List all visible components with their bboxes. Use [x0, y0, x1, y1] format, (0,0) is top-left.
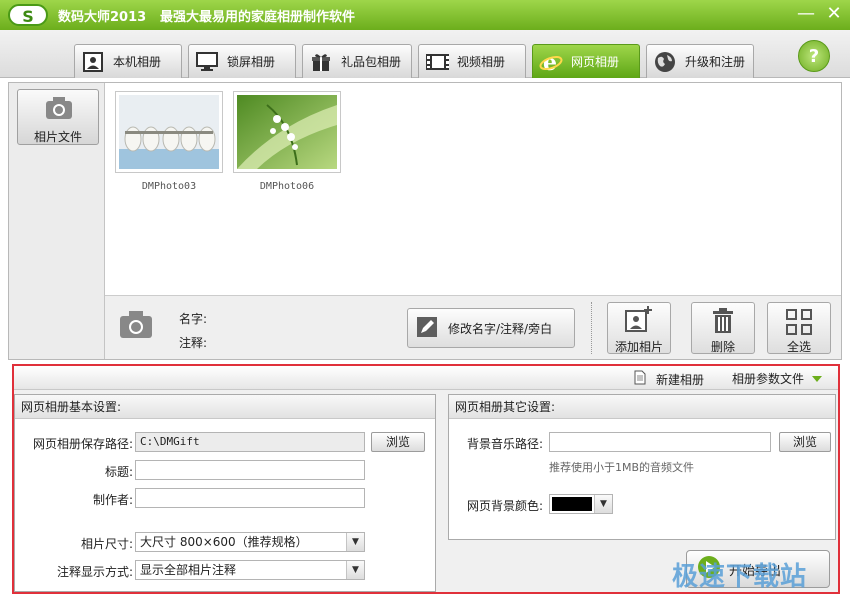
new-album-button[interactable]: 新建相册 [634, 370, 704, 388]
watermark: 极速下载站 [672, 562, 808, 592]
delete-button[interactable]: 删除 [691, 302, 755, 354]
music-path-field[interactable] [549, 432, 771, 452]
tab-label: 视频相册 [457, 55, 506, 69]
tab-web-album[interactable]: e 网页相册 [532, 44, 640, 78]
photo-image [237, 95, 337, 169]
other-settings-heading: 网页相册其它设置: [449, 395, 835, 419]
add-photo-icon [608, 303, 670, 335]
document-icon [634, 370, 646, 388]
film-strip-icon [425, 51, 449, 73]
select-all-grid-icon [768, 303, 830, 335]
dropdown-arrow-icon [812, 372, 823, 386]
app-title: 数码大师2013 [58, 10, 147, 25]
photo-info-bar: 名字: 注释: 修改名字/注释/旁白 添加相片 删除 全选 [105, 295, 841, 359]
portrait-frame-icon [81, 51, 105, 73]
browse-save-path-button[interactable]: 浏览 [371, 432, 425, 452]
photo-item[interactable]: DMPhoto03 [115, 91, 223, 192]
name-label: 名字: [179, 312, 208, 326]
app-logo: S [8, 4, 48, 26]
trash-icon [692, 303, 754, 335]
globe-icon [653, 51, 677, 73]
tab-video-album[interactable]: 视频相册 [418, 44, 526, 78]
music-path-label: 背景音乐路径: [466, 437, 543, 451]
settings-toolbar: 新建相册 相册参数文件 [14, 366, 838, 390]
photo-thumbnail [233, 91, 341, 173]
camera-icon [45, 96, 73, 123]
tab-label: 本机相册 [113, 55, 162, 69]
bg-color-label: 网页背景颜色: [466, 499, 543, 513]
tab-local-album[interactable]: 本机相册 [74, 44, 182, 78]
app-slogan: 最强大最易用的家庭相册制作软件 [160, 10, 356, 25]
help-button[interactable]: ? [798, 40, 830, 72]
tab-label: 网页相册 [571, 55, 620, 69]
title-field[interactable] [135, 460, 365, 480]
music-hint: 推荐使用小于1MB的音频文件 [549, 461, 695, 474]
tab-upgrade-register[interactable]: 升级和注册 [646, 44, 754, 78]
tab-label: 礼品包相册 [341, 55, 402, 69]
left-nav: 相片文件 [9, 83, 105, 359]
basic-settings-heading: 网页相册基本设置: [15, 395, 435, 419]
album-params-file-menu[interactable]: 相册参数文件 [732, 370, 823, 387]
new-album-label: 新建相册 [656, 372, 705, 387]
photo-thumbnail [115, 91, 223, 173]
toolbar-separator [591, 302, 592, 354]
photo-size-select[interactable]: 大尺寸 800×600（推荐规格） ▼ [135, 532, 365, 552]
note-label: 注释: [179, 336, 208, 350]
chevron-down-icon: ▼ [346, 561, 364, 579]
photo-image [119, 95, 219, 169]
tab-label: 升级和注册 [685, 55, 746, 69]
tab-bar: 本机相册 锁屏相册 礼品包相册 视频相册 e 网页相册 升级和注册 [0, 30, 850, 78]
author-field[interactable] [135, 488, 365, 508]
edit-name-note-button[interactable]: 修改名字/注释/旁白 [407, 308, 575, 348]
photo-files-button[interactable]: 相片文件 [17, 89, 99, 145]
gift-icon [309, 51, 333, 73]
note-display-value: 显示全部相片注释 [140, 563, 237, 577]
ie-browser-icon: e [539, 51, 563, 73]
save-path-field[interactable]: C:\DMGift [135, 432, 365, 452]
photo-caption: DMPhoto06 [259, 181, 315, 192]
photo-files-label: 相片文件 [33, 130, 82, 144]
select-all-label: 全选 [786, 340, 811, 354]
title-bar: S 数码大师2013 最强大最易用的家庭相册制作软件 — ✕ [0, 0, 850, 30]
minimize-button[interactable]: — [794, 3, 818, 25]
delete-label: 删除 [710, 340, 735, 354]
tab-gift-album[interactable]: 礼品包相册 [302, 44, 412, 78]
add-photo-button[interactable]: 添加相片 [607, 302, 671, 354]
save-path-label: 网页相册保存路径: [32, 437, 133, 451]
tab-label: 锁屏相册 [227, 55, 276, 69]
browse-music-button[interactable]: 浏览 [779, 432, 831, 452]
basic-settings-panel: 网页相册基本设置: 网页相册保存路径: C:\DMGift 浏览 标题: 制作者… [14, 394, 436, 592]
album-params-label: 相册参数文件 [732, 372, 805, 386]
edit-button-label: 修改名字/注释/旁白 [448, 321, 553, 336]
note-display-select[interactable]: 显示全部相片注释 ▼ [135, 560, 365, 580]
chevron-down-icon: ▼ [594, 495, 612, 513]
select-all-button[interactable]: 全选 [767, 302, 831, 354]
author-label: 制作者: [92, 493, 133, 507]
monitor-icon [195, 51, 219, 73]
photo-size-label: 相片尺寸: [80, 537, 133, 551]
photo-area: 相片文件 DMPhoto03 DMPhoto06 名字: 注释: 修改名字/注释… [8, 82, 842, 360]
other-settings-panel: 网页相册其它设置: 背景音乐路径: 浏览 推荐使用小于1MB的音频文件 网页背景… [448, 394, 836, 540]
chevron-down-icon: ▼ [346, 533, 364, 551]
pencil-icon [416, 316, 438, 341]
camera-icon [119, 310, 153, 343]
close-button[interactable]: ✕ [822, 3, 846, 25]
tab-lockscreen-album[interactable]: 锁屏相册 [188, 44, 296, 78]
photo-size-value: 大尺寸 800×600（推荐规格） [140, 535, 308, 549]
add-photo-label: 添加相片 [614, 340, 663, 354]
photo-item[interactable]: DMPhoto06 [233, 91, 341, 192]
title-label: 标题: [104, 465, 133, 479]
note-display-label: 注释显示方式: [56, 565, 133, 579]
bg-color-swatch [552, 497, 592, 511]
bg-color-picker[interactable]: ▼ [549, 494, 613, 514]
photo-caption: DMPhoto03 [141, 181, 197, 192]
